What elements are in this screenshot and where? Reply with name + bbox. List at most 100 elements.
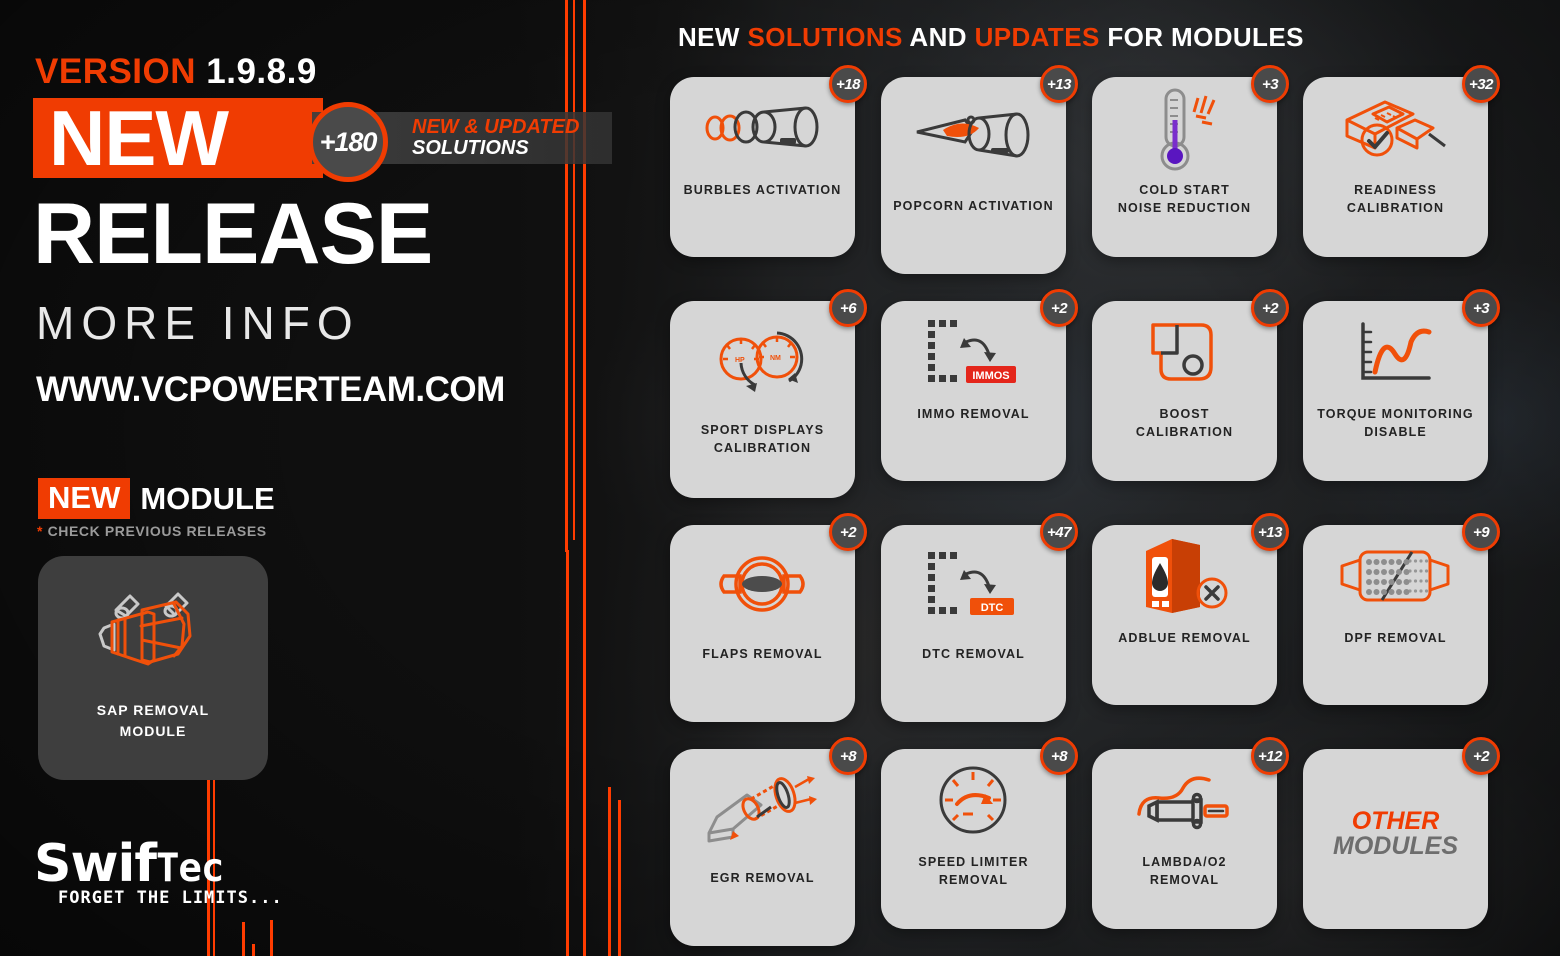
- card-label: IMMO REMOVAL: [917, 407, 1030, 421]
- logo-part-swif: Swif: [34, 834, 157, 894]
- svg-text:HP: HP: [735, 357, 745, 364]
- other-modules-line1: OTHER: [1351, 807, 1440, 835]
- module-card-popcorn-activation[interactable]: +13 POPCORN ACTIVATION: [881, 65, 1078, 274]
- grid-title-part-1: SOLUTIONS: [747, 22, 910, 52]
- count-badge: +13: [1251, 513, 1289, 551]
- module-card-grid: +18 BURBLES ACTIVATION +13 POPCORN ACTIVATI…: [670, 65, 1530, 956]
- solutions-line-1: NEW & UPDATED: [412, 116, 580, 138]
- card-label: TORQUE MONITORING DISABLE: [1317, 407, 1474, 439]
- new-headline-block: NEW: [33, 98, 323, 178]
- count-badge: +9: [1462, 513, 1500, 551]
- dtc-block-arrow-icon: DTC: [881, 525, 1066, 645]
- module-card-burbles-activation[interactable]: +18 BURBLES ACTIVATION: [670, 65, 867, 257]
- lambda-sensor-icon: [1092, 749, 1277, 853]
- right-panel: NEW SOLUTIONS AND UPDATES FOR MODULES +1…: [620, 0, 1560, 956]
- module-card-lambda-o2-removal[interactable]: +12 LAMBDA/O2 REMOVAL: [1092, 737, 1289, 929]
- module-card-dpf-removal[interactable]: +9 DPF REMOVAL: [1303, 513, 1500, 705]
- logo-tagline: FORGET THE LIMITS...: [58, 888, 283, 908]
- card-label: DPF REMOVAL: [1344, 631, 1447, 645]
- count-badge: +13: [1040, 65, 1078, 103]
- new-module-word: MODULE: [140, 480, 275, 516]
- module-card-adblue-removal[interactable]: +13 ADBLUE REMOVAL: [1092, 513, 1289, 705]
- card-label: OTHER MODULES: [1327, 809, 1464, 859]
- card-label: POPCORN ACTIVATION: [893, 199, 1054, 213]
- other-modules-line2: MODULES: [1333, 832, 1458, 860]
- count-badge: +2: [829, 513, 867, 551]
- solutions-line-2: SOLUTIONS: [412, 137, 529, 159]
- flap-valve-icon: [670, 525, 855, 645]
- left-panel: VERSION 1.9.8.9 NEW +180 NEW & UPDATED S…: [0, 0, 620, 956]
- new-module-tag: NEW: [38, 478, 131, 519]
- module-card-boost-calibration[interactable]: +2 BOOST CALIBRATION: [1092, 289, 1289, 481]
- svg-text:NM: NM: [770, 355, 781, 362]
- module-card-dtc-removal[interactable]: +47 DTC DTC REMOVAL: [881, 513, 1078, 722]
- count-badge: +12: [1251, 737, 1289, 775]
- module-card-flaps-removal[interactable]: +2 FLAPS REMOVAL: [670, 513, 867, 722]
- count-badge: +2: [1040, 289, 1078, 327]
- version-number: 1.9.8.9: [206, 52, 317, 91]
- sap-card-label: SAP REMOVAL MODULE: [38, 700, 268, 742]
- immos-block-arrow-icon: IMMOS: [881, 301, 1066, 405]
- count-badge: +3: [1462, 289, 1500, 327]
- egr-valve-icon: [670, 749, 855, 869]
- exhaust-pipe-burble-icon: [670, 77, 855, 181]
- card-label: EGR REMOVAL: [710, 871, 815, 885]
- count-badge: +8: [829, 737, 867, 775]
- website-url[interactable]: WWW.VCPOWERTEAM.COM: [36, 370, 505, 410]
- check-previous-releases-note: * CHECK PREVIOUS RELEASES: [37, 523, 267, 539]
- other-modules-text: [1303, 749, 1488, 809]
- module-card-other-modules[interactable]: +2 OTHER MODULES: [1303, 737, 1500, 929]
- logo-wordmark: SwifTec: [34, 834, 283, 894]
- new-highlight-bar: NEW: [33, 98, 323, 178]
- count-badge: +18: [829, 65, 867, 103]
- count-badge: +8: [1040, 737, 1078, 775]
- card-label: COLD START NOISE REDUCTION: [1117, 183, 1252, 215]
- card-row-1: +18 BURBLES ACTIVATION +13 POPCORN ACTIVATI…: [670, 65, 1530, 274]
- new-module-heading: NEW MODULE: [38, 478, 275, 519]
- grid-title-part-4: FOR MODULES: [1107, 22, 1304, 52]
- count-badge: +6: [829, 289, 867, 327]
- svg-text:IMMOS: IMMOS: [972, 370, 1009, 382]
- thermometer-icon: [1092, 77, 1277, 181]
- card-label: LAMBDA/O2 REMOVAL: [1142, 855, 1227, 887]
- card-label: BURBLES ACTIVATION: [683, 183, 842, 197]
- exhaust-flame-icon: [881, 77, 1066, 197]
- grid-title-part-3: UPDATES: [974, 22, 1108, 52]
- speedometer-icon: [881, 749, 1066, 853]
- version-label: VERSION: [35, 52, 197, 91]
- module-card-cold-start-noise-reduction[interactable]: +3 COLD START NOISE REDUCTION: [1092, 65, 1289, 257]
- total-solutions-count: +180: [319, 126, 378, 157]
- module-card-torque-monitoring-disable[interactable]: +3 TORQUE MONITORING DISABLE: [1303, 289, 1500, 481]
- card-label: SPORT DISPLAYS CALIBRATION: [700, 423, 825, 455]
- grid-title-part-0: NEW: [678, 22, 748, 52]
- obd-connector-check-icon: [1303, 77, 1488, 181]
- turbo-boost-icon: [1092, 301, 1277, 405]
- more-info-label: MORE INFO: [36, 297, 360, 349]
- dpf-filter-icon: [1303, 525, 1488, 629]
- new-word: NEW: [49, 94, 229, 182]
- card-row-3: +2 FLAPS REMOVAL +47 DTC DTC REMOVAL +13 ADBLU…: [670, 513, 1530, 722]
- svg-text:DTC: DTC: [980, 602, 1003, 614]
- adblue-tank-icon: [1092, 525, 1277, 629]
- total-solutions-badge: +180: [308, 102, 388, 182]
- sap-label-line2: MODULE: [119, 723, 187, 739]
- version-line: VERSION 1.9.8.9: [35, 52, 317, 92]
- sap-removal-module-card[interactable]: SAP REMOVAL MODULE: [38, 556, 268, 780]
- grid-title-part-2: AND: [909, 22, 975, 52]
- module-card-egr-removal[interactable]: +8 EGR REMOVAL: [670, 737, 867, 946]
- asterisk-marker: *: [37, 523, 44, 539]
- count-badge: +2: [1251, 289, 1289, 327]
- card-label: BOOST CALIBRATION: [1135, 407, 1234, 439]
- card-label: ADBLUE REMOVAL: [1118, 631, 1251, 645]
- module-card-immo-removal[interactable]: +2 IMMOS IMMO REMOVAL: [881, 289, 1078, 481]
- release-word: RELEASE: [33, 186, 433, 282]
- solutions-text: NEW & UPDATED SOLUTIONS: [412, 117, 579, 159]
- module-card-sport-displays-calibration[interactable]: +6 HP NM SPORT DISPLAYS CALIBRATION: [670, 289, 867, 498]
- module-card-speed-limiter-removal[interactable]: +8 SPEED LIMITER REMOVAL: [881, 737, 1078, 929]
- module-card-readiness-calibration[interactable]: +32 READINESS CALIBRATION: [1303, 65, 1500, 257]
- sap-pump-icon: [38, 574, 268, 689]
- sap-label-line1: SAP REMOVAL: [96, 702, 210, 718]
- card-row-4: +8 EGR REMOVAL +8 SPEED LIMITER REMOVAL +12 LA…: [670, 737, 1530, 946]
- dual-gauge-icon: HP NM: [670, 301, 855, 421]
- count-badge: +32: [1462, 65, 1500, 103]
